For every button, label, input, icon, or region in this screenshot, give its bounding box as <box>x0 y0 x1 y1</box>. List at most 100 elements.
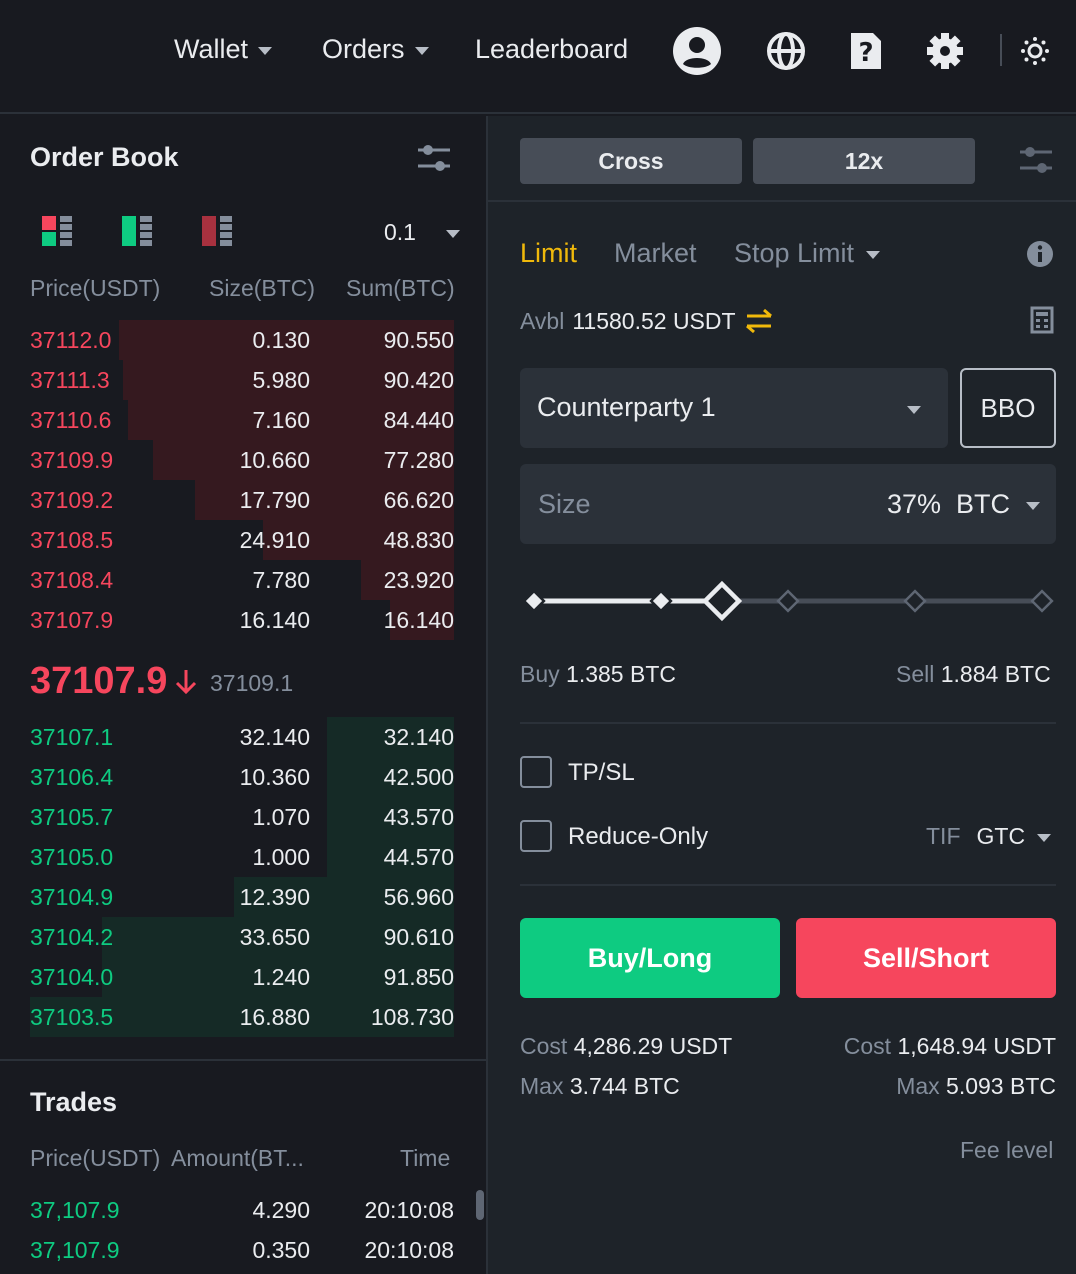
bbo-button[interactable]: BBO <box>960 368 1056 448</box>
info-icon[interactable] <box>1026 240 1054 268</box>
col-price: Price(USDT) <box>30 275 161 301</box>
view-bids-icon[interactable] <box>120 214 154 248</box>
leverage-button[interactable]: 12x <box>753 138 975 184</box>
ask-sum: 48.830 <box>383 527 454 553</box>
ask-sum: 23.920 <box>383 567 454 593</box>
slider-handle[interactable] <box>701 580 743 622</box>
bid-row[interactable]: 37104.9 12.390 56.960 <box>30 877 454 917</box>
tab-market-label: Market <box>614 238 697 268</box>
bid-row[interactable]: 37106.4 10.360 42.500 <box>30 757 454 797</box>
theme-toggle-icon[interactable] <box>1010 26 1060 76</box>
nav-wallet[interactable]: Wallet <box>174 34 273 65</box>
trades-col-amount: Amount(BT... <box>171 1145 304 1171</box>
bid-row[interactable]: 37103.5 16.880 108.730 <box>30 997 454 1037</box>
help-document-icon[interactable]: ? <box>840 26 890 76</box>
nav-leaderboard[interactable]: Leaderboard <box>475 34 628 65</box>
reduce-only-checkbox[interactable] <box>520 820 552 852</box>
tab-stop-limit[interactable]: Stop Limit <box>734 238 881 269</box>
nav-orders[interactable]: Orders <box>322 34 429 65</box>
ask-row[interactable]: 37111.3 5.980 90.420 <box>30 360 454 400</box>
precision-select[interactable]: 0.1 <box>384 219 460 246</box>
trade-amount: 4.290 <box>252 1197 310 1223</box>
user-avatar-icon[interactable] <box>672 26 722 76</box>
bid-sum: 108.730 <box>370 1004 454 1030</box>
toolbar-divider <box>1000 34 1002 66</box>
bid-price: 37105.7 <box>30 804 114 830</box>
buy-max-label: Max <box>520 1073 564 1099</box>
size-unit-select[interactable]: BTC <box>956 489 1040 520</box>
counterparty-select[interactable]: Counterparty 1 <box>520 368 948 448</box>
ask-row[interactable]: 37108.4 7.780 23.920 <box>30 560 454 600</box>
tab-stop-limit-label: Stop Limit <box>734 238 855 268</box>
bid-row[interactable]: 37105.7 1.070 43.570 <box>30 797 454 837</box>
ask-size: 5.980 <box>252 367 310 393</box>
section-divider <box>520 722 1056 724</box>
margin-mode-button[interactable]: Cross <box>520 138 742 184</box>
transfer-icon[interactable] <box>744 307 774 335</box>
bid-row[interactable]: 37105.0 1.000 44.570 <box>30 837 454 877</box>
sliders-icon[interactable] <box>1018 142 1054 178</box>
bid-price: 37104.9 <box>30 884 114 910</box>
ask-row[interactable]: 37109.2 17.790 66.620 <box>30 480 454 520</box>
bid-size: 16.880 <box>239 1004 310 1030</box>
slider-step-marker <box>522 589 546 613</box>
ask-size: 7.160 <box>252 407 310 433</box>
size-input[interactable]: Size 37% BTC <box>520 464 1056 544</box>
chevron-down-icon <box>258 46 273 55</box>
calculator-icon[interactable] <box>1030 306 1054 334</box>
size-slider[interactable] <box>520 580 1056 622</box>
trade-row: 37,107.9 0.350 20:10:08 <box>30 1237 454 1274</box>
col-sum: Sum(BTC) <box>346 275 455 301</box>
ask-row[interactable]: 37108.5 24.910 48.830 <box>30 520 454 560</box>
gear-icon[interactable] <box>920 26 970 76</box>
buy-amount: Buy 1.385 BTC <box>520 661 676 688</box>
ask-row[interactable]: 37107.9 16.140 16.140 <box>30 600 454 640</box>
tif-value: GTC <box>976 823 1026 849</box>
tif-select[interactable]: TIF GTC <box>926 823 1052 850</box>
ask-sum: 66.620 <box>383 487 454 513</box>
ask-row[interactable]: 37109.9 10.660 77.280 <box>30 440 454 480</box>
ask-sum: 90.550 <box>383 327 454 353</box>
section-divider <box>0 1059 486 1061</box>
slider-step-marker <box>1030 589 1054 613</box>
svg-text:?: ? <box>858 38 873 68</box>
ask-row[interactable]: 37112.0 0.130 90.550 <box>30 320 454 360</box>
trades-scrollbar[interactable] <box>476 1190 484 1220</box>
avbl-value: 11580.52 USDT <box>572 307 736 334</box>
view-both-icon[interactable] <box>40 214 74 248</box>
view-asks-icon[interactable] <box>200 214 234 248</box>
sell-max-label: Max <box>896 1073 940 1099</box>
ask-size: 0.130 <box>252 327 310 353</box>
bid-sum: 44.570 <box>383 844 454 870</box>
trade-row: 37,107.9 4.290 20:10:08 <box>30 1197 454 1237</box>
sell-short-button[interactable]: Sell/Short <box>796 918 1056 998</box>
bid-row[interactable]: 37104.2 33.650 90.610 <box>30 917 454 957</box>
sell-cost-label: Cost <box>843 1033 892 1059</box>
tab-limit[interactable]: Limit <box>520 238 577 269</box>
ask-row[interactable]: 37110.6 7.160 84.440 <box>30 400 454 440</box>
reduce-only-label: Reduce-Only <box>568 823 709 850</box>
tab-market[interactable]: Market <box>614 238 697 269</box>
buy-long-button[interactable]: Buy/Long <box>520 918 780 998</box>
fee-level-link[interactable]: Fee level <box>960 1137 1053 1164</box>
size-placeholder: Size <box>538 489 591 519</box>
last-price: 37107.9 <box>30 660 168 702</box>
trade-time: 20:10:08 <box>364 1237 454 1263</box>
bid-row[interactable]: 37107.1 32.140 32.140 <box>30 717 454 757</box>
sell-max-value: 5.093 BTC <box>946 1073 1056 1099</box>
trades-col-time: Time <box>400 1145 451 1171</box>
section-divider <box>488 200 1076 202</box>
mark-price: 37109.1 <box>210 670 294 696</box>
globe-icon[interactable] <box>761 26 811 76</box>
bid-size: 10.360 <box>239 764 310 790</box>
bid-price: 37106.4 <box>30 764 114 790</box>
slider-step-marker <box>649 589 673 613</box>
ask-size: 16.140 <box>239 607 310 633</box>
bid-row[interactable]: 37104.0 1.240 91.850 <box>30 957 454 997</box>
tpsl-checkbox[interactable] <box>520 756 552 788</box>
ask-price: 37107.9 <box>30 607 114 633</box>
sell-amount: Sell 1.884 BTC <box>896 661 1051 688</box>
order-form-panel <box>488 116 1076 1274</box>
sliders-icon[interactable] <box>416 140 452 176</box>
bid-price: 37107.1 <box>30 724 114 750</box>
